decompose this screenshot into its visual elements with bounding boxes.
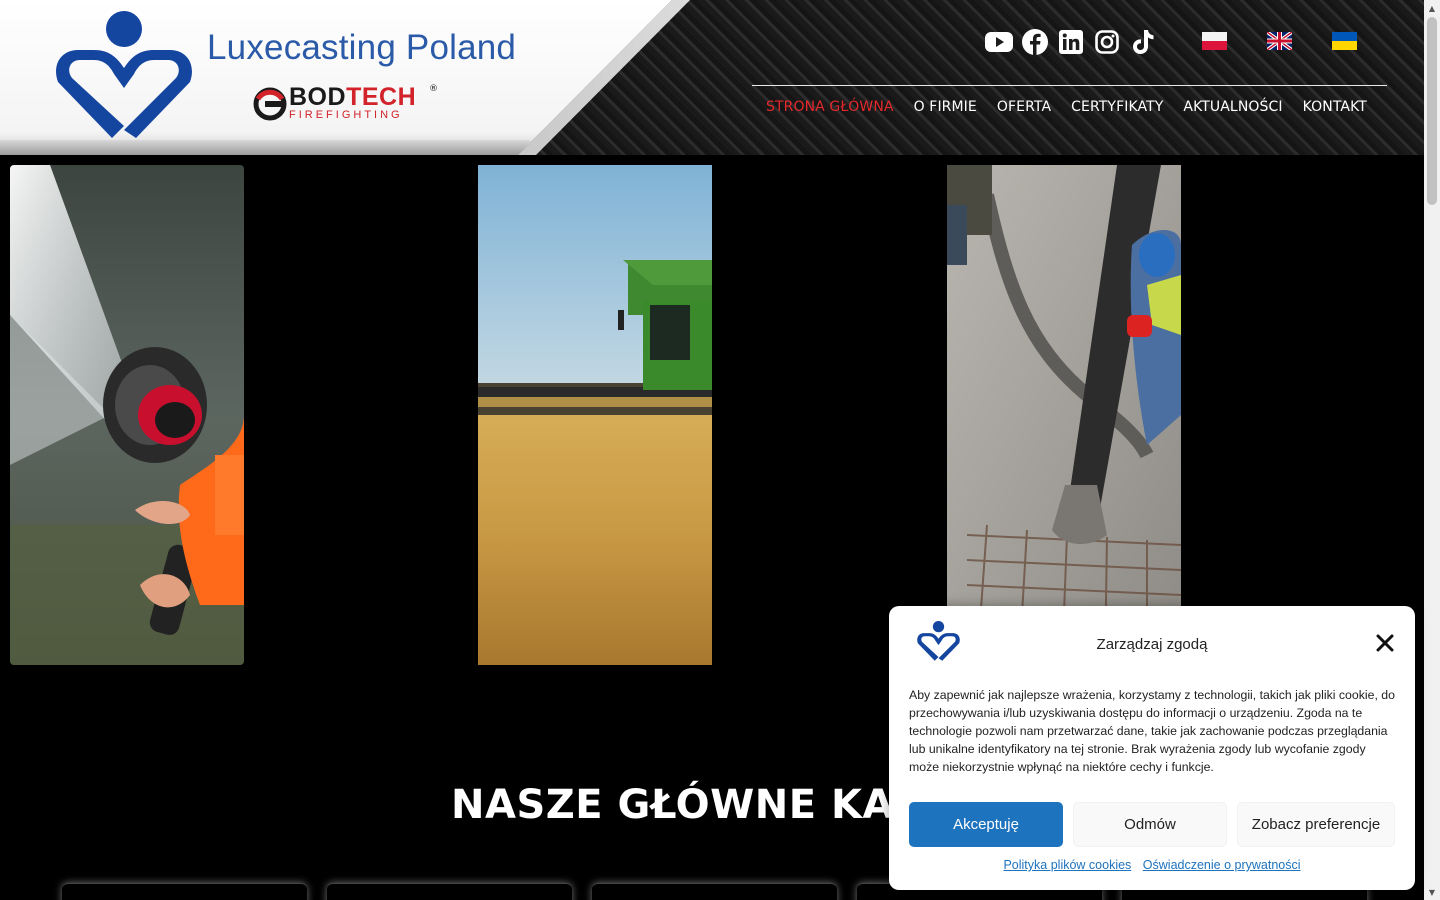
page-scrollbar[interactable]: ▲ ▼ <box>1424 0 1440 900</box>
site-header: Luxecasting Poland BODTECH ® FIREFIGHTIN… <box>0 0 1424 155</box>
scroll-down-arrow-icon[interactable]: ▼ <box>1424 884 1440 900</box>
privacy-statement-link[interactable]: Oświadczenie o prywatności <box>1143 858 1301 872</box>
youtube-icon[interactable] <box>985 28 1013 56</box>
flag-uk-icon[interactable] <box>1332 32 1357 50</box>
close-icon[interactable] <box>1376 634 1394 652</box>
instagram-icon[interactable] <box>1093 28 1121 56</box>
bodtech-word-red: TECH <box>346 83 417 111</box>
bodtech-subtitle: FIREFIGHTING <box>289 109 403 121</box>
bodtech-word-black: BOD <box>289 83 347 111</box>
page: Luxecasting Poland BODTECH ® FIREFIGHTIN… <box>0 0 1440 900</box>
firefighter-nozzle-photo <box>10 165 244 665</box>
cookie-dialog-title: Zarządzaj zgodą <box>1096 636 1208 653</box>
cookie-dialog-text: Aby zapewnić jak najlepsze wrażenia, kor… <box>909 688 1395 774</box>
bodtech-wordmark: BODTECH <box>289 84 416 110</box>
concrete-pouring-photo <box>947 165 1181 665</box>
bodtech-logo[interactable]: BODTECH ® FIREFIGHTING <box>253 84 443 124</box>
nav-item-about[interactable]: O FIRMIE <box>914 99 977 115</box>
linkedin-icon[interactable] <box>1057 28 1085 56</box>
nav-item-offer[interactable]: OFERTA <box>997 99 1051 115</box>
cookie-consent-dialog: Zarządzaj zgodą Aby zapewnić jak najleps… <box>889 606 1415 890</box>
main-nav: STRONA GŁÓWNA O FIRMIE OFERTA CERTYFIKAT… <box>766 99 1367 115</box>
nav-item-certificates[interactable]: CERTYFIKATY <box>1071 99 1163 115</box>
flag-en-icon[interactable] <box>1267 32 1292 50</box>
cookie-policy-link[interactable]: Polityka plików cookies <box>1003 858 1131 872</box>
hero-image-firefighting[interactable] <box>10 165 244 665</box>
bodtech-ring-icon <box>253 87 287 121</box>
social-links <box>985 28 1157 56</box>
view-preferences-button[interactable]: Zobacz preferencje <box>1237 802 1395 847</box>
hero-image-agriculture[interactable] <box>478 165 712 665</box>
logo-panel-bottom <box>0 140 530 155</box>
brand-title: Luxecasting Poland <box>207 28 517 67</box>
catalog-card[interactable] <box>592 883 837 900</box>
deny-cookies-button[interactable]: Odmów <box>1073 802 1227 847</box>
accept-cookies-button[interactable]: Akceptuję <box>909 802 1063 847</box>
tiktok-icon[interactable] <box>1129 28 1157 56</box>
scroll-up-arrow-icon[interactable]: ▲ <box>1424 0 1440 16</box>
hero-image-construction[interactable] <box>947 165 1181 665</box>
nav-divider <box>752 85 1387 86</box>
facebook-icon[interactable] <box>1021 28 1049 56</box>
catalog-card[interactable] <box>62 883 307 900</box>
nav-item-contact[interactable]: KONTAKT <box>1303 99 1367 115</box>
bodtech-registered-mark: ® <box>429 84 438 94</box>
language-switcher <box>1202 32 1357 50</box>
combine-harvester-photo <box>478 165 712 665</box>
catalog-card[interactable] <box>327 883 572 900</box>
scroll-thumb[interactable] <box>1427 17 1437 205</box>
nav-item-home[interactable]: STRONA GŁÓWNA <box>766 99 894 115</box>
cookie-dialog-links: Polityka plików cookies Oświadczenie o p… <box>889 858 1415 872</box>
luxecasting-logo-icon[interactable] <box>50 8 198 142</box>
flag-pl-icon[interactable] <box>1202 32 1227 50</box>
nav-item-news[interactable]: AKTUALNOŚCI <box>1183 99 1282 115</box>
